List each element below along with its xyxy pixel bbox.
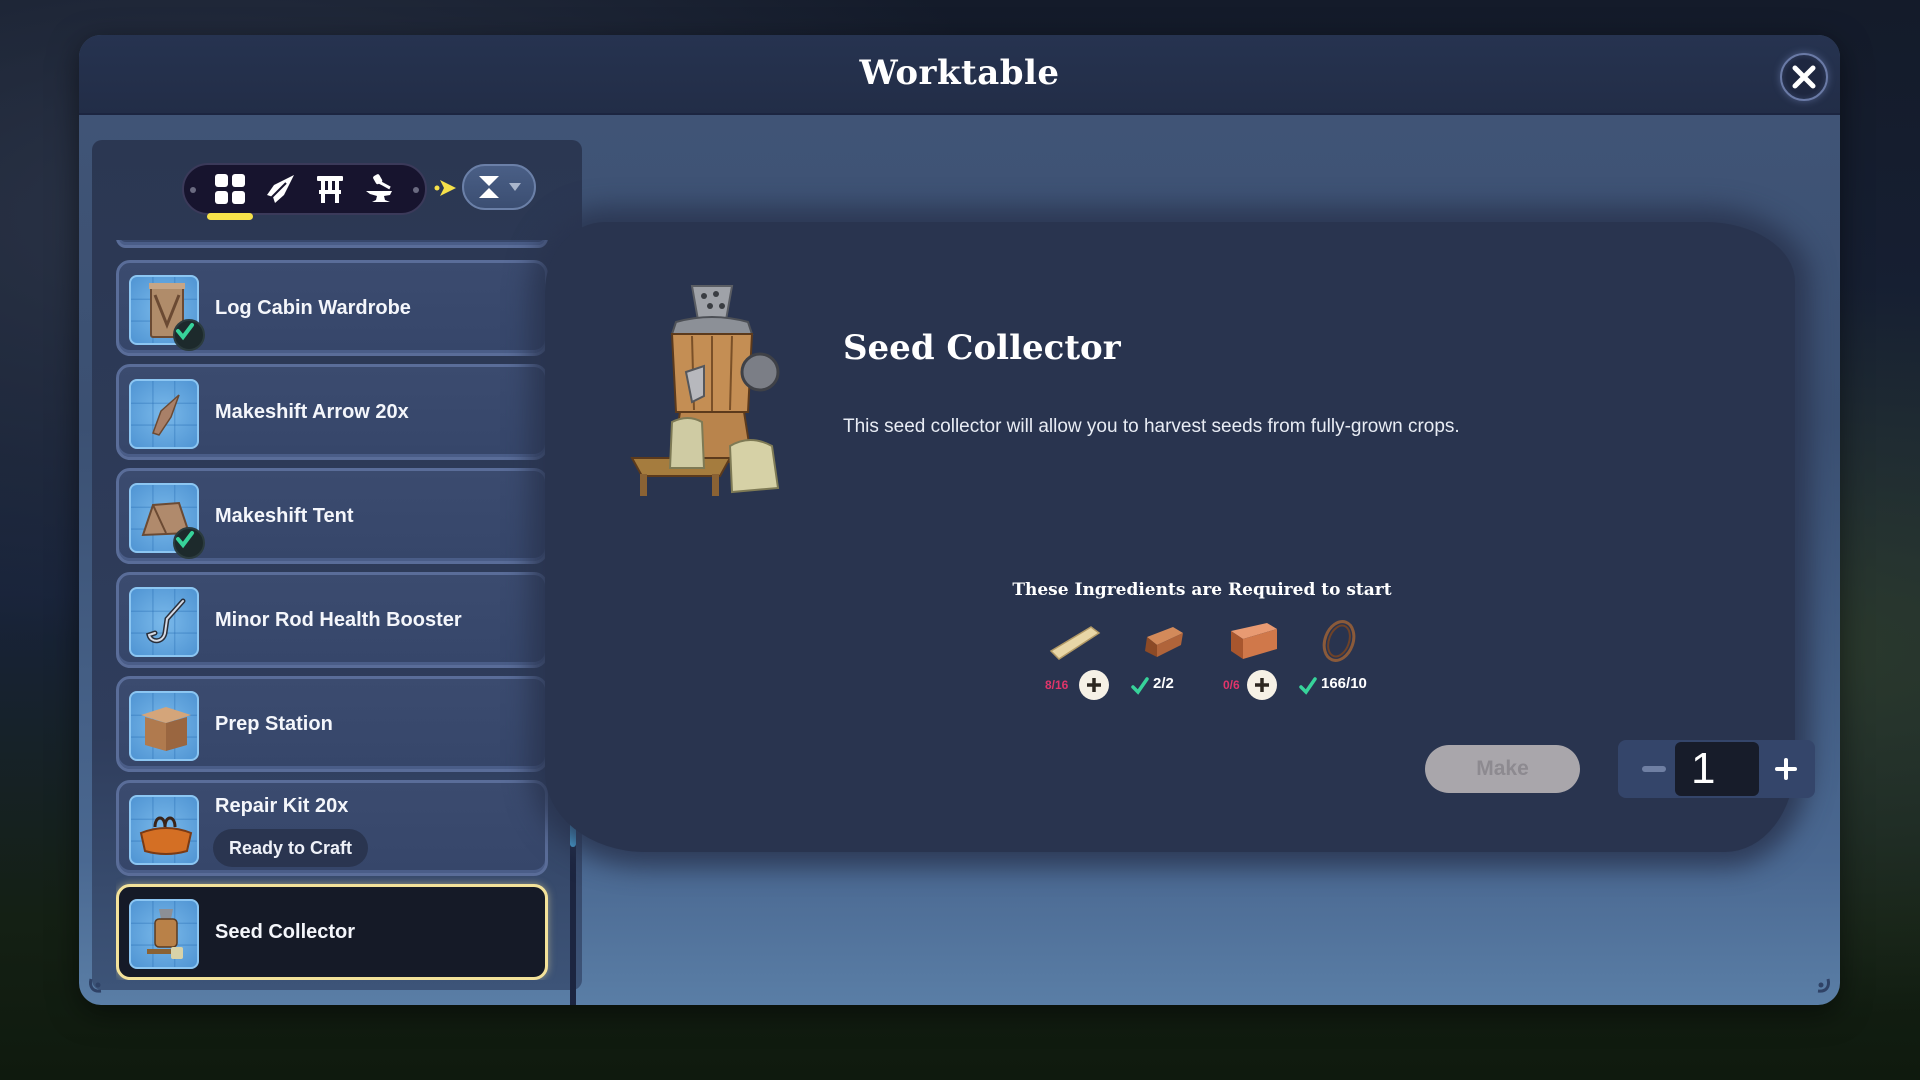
close-x-icon (1792, 65, 1816, 89)
ingredient-list: 8/16 2/2 0/6 166/10 (1035, 615, 1395, 705)
copper-bar-icon (1145, 627, 1183, 657)
recipe-item-makeshift-tent[interactable]: Makeshift Tent (116, 468, 548, 564)
recipe-thumbnail (129, 275, 205, 351)
filter-tab-crafting[interactable] (363, 172, 397, 206)
quantity-input[interactable]: 1 (1675, 742, 1759, 796)
ingredient-count: 8/16 (1045, 678, 1069, 692)
category-filter-bar (182, 163, 427, 220)
list-item-partial[interactable] (116, 240, 548, 248)
ingredient-count: 166/10 (1321, 675, 1367, 692)
recipe-thumbnail (129, 379, 199, 449)
seed-collector-image (630, 285, 780, 496)
sort-dropdown[interactable] (462, 164, 536, 210)
ready-to-craft-badge: Ready to Craft (213, 829, 369, 867)
ingredient-count: 0/6 (1223, 678, 1240, 692)
ingredient-count: 2/2 (1153, 675, 1174, 692)
recipe-item-repair-kit[interactable]: Repair Kit 20x Ready to Craft (116, 780, 548, 876)
recipe-thumbnail (129, 795, 199, 865)
chevron-down-icon (509, 183, 521, 191)
owned-check-badge (173, 319, 205, 351)
grid-all-icon (214, 174, 245, 204)
recipe-thumbnail (129, 899, 199, 969)
minus-icon (1642, 766, 1666, 772)
item-description: This seed collector will allow you to ha… (843, 416, 1460, 437)
filter-tab-all[interactable] (206, 172, 253, 220)
owned-check-badge (173, 527, 205, 559)
prep-station-icon (141, 707, 191, 751)
filter-tab-furniture[interactable] (313, 172, 347, 206)
seed-collector-icon (147, 909, 183, 959)
arrow-icon (152, 394, 180, 436)
filter-tab-weapons[interactable] (263, 172, 297, 206)
recipe-item-log-cabin-wardrobe[interactable]: Log Cabin Wardrobe (116, 260, 548, 356)
recipe-label: Repair Kit 20x (215, 795, 349, 817)
add-ingredient-button[interactable] (1247, 670, 1277, 700)
close-button[interactable] (1780, 53, 1828, 101)
hourglass-sort-icon (479, 176, 499, 198)
decor-dot (190, 187, 196, 193)
recipe-label: Prep Station (215, 713, 333, 735)
checkmark-icon (1131, 677, 1149, 695)
checkmark-icon (1299, 677, 1317, 695)
plus-icon (1775, 758, 1797, 780)
decrease-quantity-button[interactable] (1634, 740, 1674, 798)
checkmark-icon (176, 323, 194, 341)
corner-ornament-icon (1817, 978, 1830, 993)
recipe-panel: Log Cabin Wardrobe Makeshift Arrow 20x M… (92, 140, 582, 1005)
ingredient-wood-plank[interactable]: 8/16 (1035, 615, 1119, 705)
arrowhead-icon (266, 175, 294, 203)
recipe-label: Makeshift Tent (215, 505, 354, 527)
window-title: Worktable (859, 53, 1060, 93)
recipe-label: Minor Rod Health Booster (215, 609, 462, 631)
add-ingredient-button[interactable] (1079, 670, 1109, 700)
recipe-thumbnail (129, 483, 205, 559)
recipe-label: Log Cabin Wardrobe (215, 297, 411, 319)
plus-icon (1255, 678, 1269, 692)
recipe-thumbnail (129, 691, 199, 761)
make-button[interactable]: Make (1425, 745, 1580, 793)
recipe-item-minor-rod-health-booster[interactable]: Minor Rod Health Booster (116, 572, 548, 668)
checkmark-icon (176, 531, 194, 549)
item-name: Seed Collector (843, 328, 1121, 368)
ingredient-rope[interactable]: 166/10 (1299, 615, 1383, 705)
window-header: Worktable (79, 35, 1840, 115)
ingredient-copper-bar[interactable]: 2/2 (1123, 615, 1207, 705)
ingredient-clay-brick[interactable]: 0/6 (1213, 615, 1297, 705)
recipe-label: Seed Collector (215, 921, 356, 943)
repair-kit-bag-icon (139, 816, 193, 855)
recipe-list: Log Cabin Wardrobe Makeshift Arrow 20x M… (116, 240, 561, 980)
clay-brick-icon (1231, 623, 1277, 659)
recipe-item-prep-station[interactable]: Prep Station (116, 676, 548, 772)
quantity-stepper: 1 (1618, 740, 1815, 798)
increase-quantity-button[interactable] (1766, 740, 1806, 798)
recipe-item-seed-collector[interactable]: Seed Collector (116, 884, 548, 980)
plus-icon (1087, 678, 1101, 692)
rope-coil-icon (1322, 620, 1356, 662)
ingredients-heading: These Ingredients are Required to start (1012, 580, 1392, 600)
fishing-hook-icon (146, 598, 186, 644)
wood-plank-icon (1049, 626, 1101, 660)
corner-ornament-icon (89, 978, 102, 993)
recipe-thumbnail (129, 587, 199, 657)
anvil-hammer-icon (365, 174, 392, 202)
decor-dot (413, 187, 419, 193)
recipe-label: Makeshift Arrow 20x (215, 401, 409, 423)
chevron-right-icon[interactable] (434, 178, 458, 198)
furniture-chair-icon (316, 176, 343, 203)
recipe-item-makeshift-arrow[interactable]: Makeshift Arrow 20x (116, 364, 548, 460)
